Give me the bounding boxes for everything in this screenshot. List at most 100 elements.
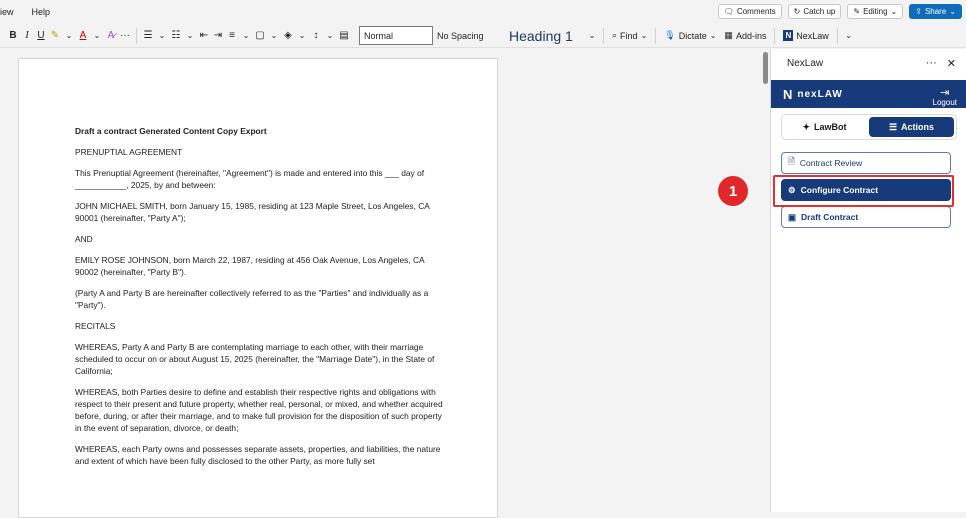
- chevron-down-icon: ⌄: [949, 7, 956, 16]
- style-heading-1[interactable]: Heading 1: [505, 26, 585, 45]
- draft-contract-button[interactable]: ▣ Draft Contract: [781, 206, 951, 228]
- indent-icon[interactable]: ⇥: [211, 27, 225, 45]
- style-normal[interactable]: Normal: [359, 26, 433, 45]
- highlight-icon[interactable]: ✎: [48, 27, 62, 45]
- logout-icon: ⇥: [940, 87, 950, 99]
- contract-review-button[interactable]: 🗎 Contract Review: [781, 152, 951, 174]
- draft-contract-label: Draft Contract: [801, 212, 859, 222]
- outdent-icon[interactable]: ⇤: [197, 27, 211, 45]
- pane-title: NexLaw: [787, 58, 824, 69]
- brand-bar: N nexLAW ⇥ Logout: [771, 80, 966, 108]
- document-search-icon: 🗎: [788, 156, 795, 166]
- menu-help[interactable]: Help: [32, 7, 59, 17]
- doc-paragraph: AND: [75, 234, 93, 244]
- nexlaw-mark-icon: N: [783, 86, 794, 102]
- chevron-down-icon: ⌄: [640, 31, 648, 40]
- more-formatting-button[interactable]: ···: [118, 27, 132, 45]
- pane-tabs: ✦ LawBot ☰ Actions: [781, 114, 957, 140]
- nexlaw-logo: N nexLAW: [783, 87, 843, 102]
- top-actions: 🗨 Comments ↻ Catch up ✎ Editing ⌄ ⇪ Shar…: [717, 4, 962, 19]
- chevron-down-icon[interactable]: ⌄: [239, 27, 253, 45]
- divider: [603, 27, 604, 44]
- chevron-down-icon[interactable]: ⌄: [62, 27, 76, 45]
- dictate-label: Dictate: [678, 30, 707, 41]
- sparkle-icon: ✦: [802, 121, 811, 132]
- search-icon: ⌕: [612, 30, 618, 40]
- nexlaw-ribbon-label: NexLaw: [796, 30, 829, 41]
- ribbon-toolbar: B I U ✎ ⌄ A ⌄ A̷ ··· ☰ ⌄ ☷ ⌄ ⇤ ⇥ ≡ ⌄ ▢ ⌄…: [0, 24, 966, 48]
- comments-label: Comments: [736, 7, 776, 16]
- catch-up-label: Catch up: [803, 7, 836, 16]
- microphone-icon: 🎙: [664, 30, 676, 40]
- divider: [136, 27, 137, 44]
- spacing-icon[interactable]: ↕: [309, 27, 323, 45]
- doc-paragraph: PRENUPTIAL AGREEMENT: [75, 147, 183, 157]
- menu-view[interactable]: iew: [0, 7, 22, 17]
- document-canvas: Draft a contract Generated Content Copy …: [0, 49, 758, 518]
- document-scrollbar[interactable]: [760, 49, 770, 512]
- align-icon[interactable]: ≡: [225, 27, 239, 45]
- contract-review-label: Contract Review: [799, 158, 863, 168]
- divider: [836, 27, 838, 44]
- tab-lawbot[interactable]: ✦ LawBot: [782, 115, 867, 139]
- editing-label: Editing: [863, 7, 888, 16]
- divider: [655, 27, 657, 44]
- document-page[interactable]: Draft a contract Generated Content Copy …: [18, 58, 498, 518]
- chevron-down-icon[interactable]: ⌄: [155, 27, 169, 45]
- draft-icon: ▣: [788, 211, 797, 222]
- pane-header: NexLaw ··· ✕: [771, 49, 966, 78]
- divider: [774, 27, 776, 44]
- nexlaw-task-pane: NexLaw ··· ✕ N nexLAW ⇥ Logout ✦ LawBot …: [770, 49, 966, 512]
- clear-format-icon[interactable]: A̷: [104, 27, 118, 45]
- scrollbar-thumb[interactable]: [763, 52, 768, 84]
- underline-button[interactable]: U: [34, 27, 48, 45]
- chevron-down-icon[interactable]: ⌄: [267, 27, 281, 45]
- styles-pane-icon[interactable]: ▤: [337, 27, 351, 45]
- share-button[interactable]: ⇪ Share ⌄: [909, 4, 962, 19]
- chevron-down-icon[interactable]: ⌄: [295, 27, 309, 45]
- share-label: Share: [924, 7, 947, 16]
- close-icon[interactable]: ✕: [947, 57, 956, 70]
- more-options-icon[interactable]: ···: [926, 57, 937, 70]
- chevron-down-icon: ⌄: [709, 31, 717, 40]
- doc-paragraph: JOHN MICHAEL SMITH, born January 15, 198…: [75, 201, 430, 223]
- font-color-button[interactable]: A: [76, 27, 90, 45]
- style-no-spacing[interactable]: No Spacing: [433, 26, 505, 45]
- comments-button[interactable]: 🗨 Comments: [717, 4, 782, 19]
- brand-name: nexLAW: [797, 88, 843, 100]
- doc-paragraph: EMILY ROSE JOHNSON, born March 22, 1987,…: [75, 255, 425, 277]
- addins-button[interactable]: ▦ Add-ins: [720, 30, 770, 41]
- chevron-down-icon[interactable]: ⌄: [183, 27, 197, 45]
- borders-icon[interactable]: ▢: [253, 27, 267, 45]
- nexlaw-ribbon-button[interactable]: N NexLaw: [779, 30, 832, 41]
- numbering-icon[interactable]: ☷: [169, 27, 183, 45]
- bold-button[interactable]: B: [6, 27, 20, 45]
- document-body: Draft a contract Generated Content Copy …: [75, 125, 445, 476]
- italic-button[interactable]: I: [20, 27, 34, 45]
- shading-icon[interactable]: ◈: [281, 27, 295, 45]
- share-icon: ⇪: [915, 7, 922, 16]
- addins-icon: ▦: [724, 30, 733, 40]
- dictate-button[interactable]: 🎙 Dictate ⌄: [660, 30, 720, 41]
- step-marker: 1: [718, 176, 748, 206]
- doc-paragraph: This Prenuptial Agreement (hereinafter, …: [75, 168, 425, 190]
- comment-icon: 🗨: [723, 7, 734, 16]
- pencil-icon: ✎: [853, 7, 861, 16]
- catch-up-button[interactable]: ↻ Catch up: [787, 4, 842, 19]
- doc-paragraph: (Party A and Party B are hereinafter col…: [75, 288, 429, 310]
- ribbon-expand-icon[interactable]: ⌄: [842, 27, 856, 45]
- styles-chevron-icon[interactable]: ⌄: [585, 27, 599, 45]
- editing-button[interactable]: ✎ Editing ⌄: [847, 4, 904, 19]
- configure-contract-highlight: [773, 175, 954, 207]
- chevron-down-icon[interactable]: ⌄: [90, 27, 104, 45]
- tab-actions-label: Actions: [901, 122, 935, 132]
- nexlaw-logo-icon: N: [783, 30, 794, 41]
- find-button[interactable]: ⌕ Find ⌄: [608, 30, 651, 41]
- logout-button[interactable]: ⇥ Logout: [933, 87, 957, 108]
- bullets-icon[interactable]: ☰: [141, 27, 155, 45]
- doc-paragraph: RECITALS: [75, 321, 116, 331]
- chevron-down-icon[interactable]: ⌄: [323, 27, 337, 45]
- doc-paragraph: WHEREAS, both Parties desire to define a…: [75, 387, 443, 433]
- tab-actions[interactable]: ☰ Actions: [869, 117, 954, 137]
- list-icon: ☰: [888, 121, 898, 132]
